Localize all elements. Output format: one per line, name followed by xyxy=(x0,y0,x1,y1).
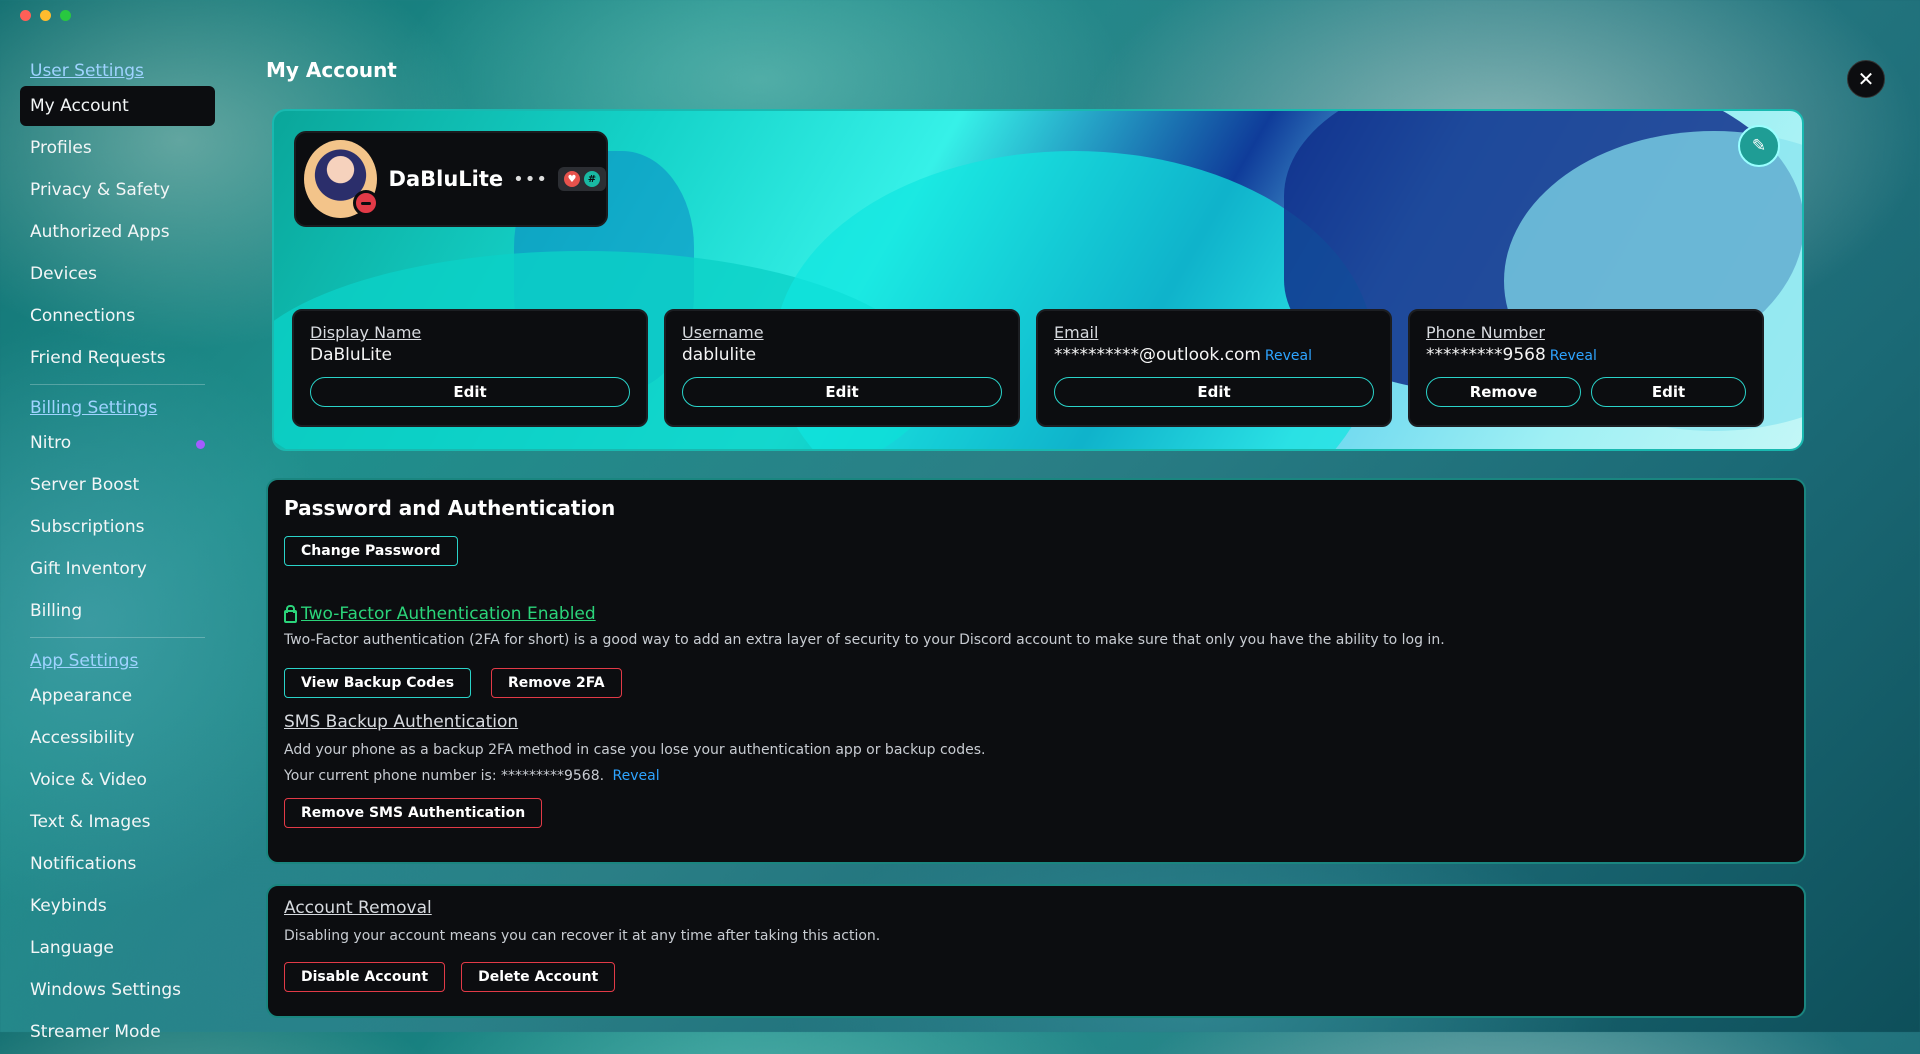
hashtag-badge-icon[interactable]: # xyxy=(584,171,600,187)
remove-2fa-button[interactable]: Remove 2FA xyxy=(491,668,622,698)
sidebar-item-accessibility[interactable]: Accessibility xyxy=(20,718,215,758)
pencil-icon: ✎ xyxy=(1751,136,1767,156)
sidebar-item-streamer-mode[interactable]: Streamer Mode xyxy=(20,1012,215,1052)
sidebar-heading-app-settings: App Settings xyxy=(30,651,139,671)
sidebar-divider xyxy=(30,637,205,638)
close-icon: ✕ xyxy=(1857,67,1875,91)
window-minimize-dot[interactable] xyxy=(40,10,51,21)
sidebar-item-language[interactable]: Language xyxy=(20,928,215,968)
user-identity-pill: DaBluLite ••• ♥ # xyxy=(294,131,608,227)
sidebar-item-my-account[interactable]: My Account xyxy=(20,86,215,126)
remove-sms-authentication-button[interactable]: Remove SMS Authentication xyxy=(284,798,543,828)
sms-phone-line: Your current phone number is: *********9… xyxy=(284,768,1788,784)
password-authentication-panel: Password and Authentication Change Passw… xyxy=(266,478,1806,864)
dnd-status-icon xyxy=(352,190,379,216)
sidebar-divider xyxy=(30,384,205,385)
auth-section-title: Password and Authentication xyxy=(284,496,616,520)
sidebar-item-keybinds[interactable]: Keybinds xyxy=(20,886,215,926)
view-backup-codes-button[interactable]: View Backup Codes xyxy=(284,668,472,698)
sms-backup-title: SMS Backup Authentication xyxy=(284,712,519,732)
sidebar-item-devices[interactable]: Devices xyxy=(20,254,215,294)
edit-phone-button[interactable]: Edit xyxy=(1591,377,1746,407)
settings-sidebar: User Settings My Account Profiles Privac… xyxy=(20,50,215,1054)
phone-value-line: *********9568 Reveal xyxy=(1426,345,1746,365)
avatar[interactable] xyxy=(304,140,379,218)
remove-phone-button[interactable]: Remove xyxy=(1426,377,1581,407)
account-removal-panel: Account Removal Disabling your account m… xyxy=(266,884,1806,1018)
more-options-icon[interactable]: ••• xyxy=(513,169,548,190)
sms-backup-description: Add your phone as a backup 2FA method in… xyxy=(284,742,986,758)
window-close-dot[interactable] xyxy=(20,10,31,21)
display-name-value: DaBluLite xyxy=(310,345,392,365)
sidebar-item-gift-inventory[interactable]: Gift Inventory xyxy=(20,549,215,589)
edit-profile-button[interactable]: ✎ xyxy=(1738,125,1780,167)
username-value: dablulite xyxy=(682,345,757,365)
sidebar-item-notifications[interactable]: Notifications xyxy=(20,844,215,884)
display-name-label: Display Name xyxy=(310,323,422,342)
delete-account-button[interactable]: Delete Account xyxy=(461,962,616,992)
twofa-title: Two-Factor Authentication Enabled xyxy=(301,604,596,624)
account-removal-description: Disabling your account means you can rec… xyxy=(284,928,881,944)
sidebar-item-billing[interactable]: Billing xyxy=(20,591,215,631)
phone-reveal-link[interactable]: Reveal xyxy=(1550,348,1597,364)
email-value: **********@outlook.com xyxy=(1054,345,1261,365)
sidebar-item-profiles[interactable]: Profiles xyxy=(20,128,215,168)
profile-username: DaBluLite xyxy=(388,167,504,191)
window-maximize-dot[interactable] xyxy=(60,10,71,21)
sidebar-item-label: Nitro xyxy=(30,433,72,453)
sidebar-heading-billing-settings: Billing Settings xyxy=(30,398,158,418)
heart-badge-icon[interactable]: ♥ xyxy=(564,171,580,187)
sidebar-item-voice-video[interactable]: Voice & Video xyxy=(20,760,215,800)
email-label: Email xyxy=(1054,323,1099,342)
twofa-enabled-link[interactable]: Two-Factor Authentication Enabled xyxy=(284,604,1788,624)
change-password-button[interactable]: Change Password xyxy=(284,536,458,566)
badge-group: ♥ # xyxy=(558,167,606,191)
sidebar-heading-user-settings: User Settings xyxy=(30,61,144,81)
phone-value: *********9568 xyxy=(1426,345,1546,365)
sidebar-item-nitro[interactable]: Nitro xyxy=(20,423,215,463)
phone-box: Phone Number *********9568 Reveal Remove … xyxy=(1408,309,1764,427)
sms-phone-text: Your current phone number is: *********9… xyxy=(284,768,605,784)
edit-username-button[interactable]: Edit xyxy=(682,377,1002,407)
window-controls xyxy=(20,10,71,21)
sidebar-item-privacy-safety[interactable]: Privacy & Safety xyxy=(20,170,215,210)
account-removal-title: Account Removal xyxy=(284,898,432,918)
email-reveal-link[interactable]: Reveal xyxy=(1265,348,1312,364)
account-fields-row: Display Name DaBluLite Edit Username dab… xyxy=(292,309,1764,427)
email-box: Email **********@outlook.com Reveal Edit xyxy=(1036,309,1392,427)
disable-account-button[interactable]: Disable Account xyxy=(284,962,446,992)
close-settings-button[interactable]: ✕ xyxy=(1847,60,1885,98)
sidebar-item-connections[interactable]: Connections xyxy=(20,296,215,336)
phone-label: Phone Number xyxy=(1426,323,1545,342)
username-box: Username dablulite Edit xyxy=(664,309,1020,427)
edit-email-button[interactable]: Edit xyxy=(1054,377,1374,407)
profile-card: DaBluLite ••• ♥ # ✎ Display Name DaBluLi… xyxy=(272,109,1804,451)
sidebar-item-friend-requests[interactable]: Friend Requests xyxy=(20,338,215,378)
sidebar-item-authorized-apps[interactable]: Authorized Apps xyxy=(20,212,215,252)
edit-display-name-button[interactable]: Edit xyxy=(310,377,630,407)
email-value-line: **********@outlook.com Reveal xyxy=(1054,345,1374,365)
page-title: My Account xyxy=(266,58,397,82)
sidebar-item-server-boost[interactable]: Server Boost xyxy=(20,465,215,505)
sidebar-item-subscriptions[interactable]: Subscriptions xyxy=(20,507,215,547)
display-name-box: Display Name DaBluLite Edit xyxy=(292,309,648,427)
sidebar-item-text-images[interactable]: Text & Images xyxy=(20,802,215,842)
twofa-description: Two-Factor authentication (2FA for short… xyxy=(284,632,1445,648)
nitro-indicator-dot xyxy=(196,440,205,449)
sidebar-item-windows-settings[interactable]: Windows Settings xyxy=(20,970,215,1010)
lock-icon xyxy=(284,605,297,623)
username-label: Username xyxy=(682,323,764,342)
sidebar-item-appearance[interactable]: Appearance xyxy=(20,676,215,716)
sms-phone-reveal-link[interactable]: Reveal xyxy=(613,768,660,784)
